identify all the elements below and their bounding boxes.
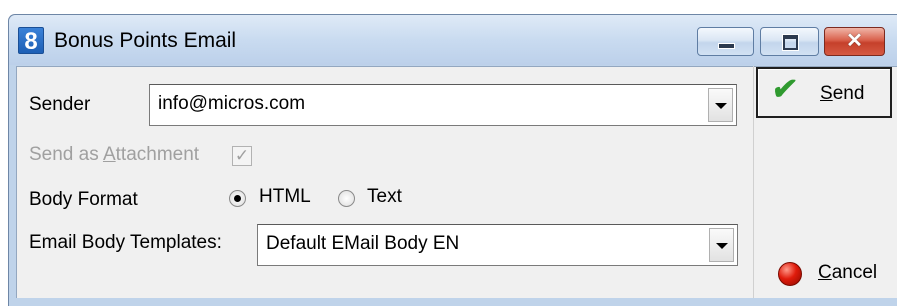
cancel-button-label: Cancel [818,262,878,283]
email-body-templates-label: Email Body Templates: [29,232,222,253]
template-value: Default EMail Body EN [266,233,460,254]
send-as-attachment-label: Send as Attachment [29,144,200,165]
window-title: Bonus Points Email [54,29,237,52]
radio-html[interactable] [229,190,246,207]
radio-text[interactable] [338,190,355,207]
chevron-down-icon [716,243,728,249]
button-panel-divider [753,66,754,298]
red-stop-icon [778,262,802,286]
template-dropdown-arrow[interactable] [709,228,734,262]
close-icon: ✕ [846,30,863,52]
email-body-template-dropdown[interactable]: Default EMail Body EN [257,224,738,266]
send-button[interactable]: ✔ Send [756,67,892,118]
sender-label: Sender [29,94,91,115]
chevron-down-icon [715,103,727,109]
checkmark-icon: ✔ [769,73,800,106]
radio-html-label[interactable]: HTML [259,186,311,208]
app-logo-icon: 8 [18,27,44,55]
close-button[interactable]: ✕ [824,27,885,56]
maximize-button[interactable] [760,27,819,56]
body-format-label: Body Format [29,189,138,210]
cancel-button[interactable]: Cancel [756,246,892,296]
radio-text-label[interactable]: Text [367,186,402,208]
sender-value: info@micros.com [158,93,306,114]
maximize-icon [783,35,798,50]
send-button-label: Send [820,83,865,104]
minimize-icon [718,43,735,49]
send-as-attachment-checkbox[interactable]: ✓ [232,146,252,166]
minimize-button[interactable] [697,27,754,56]
sender-dropdown-arrow[interactable] [708,88,733,122]
sender-dropdown[interactable]: info@micros.com [149,84,737,126]
